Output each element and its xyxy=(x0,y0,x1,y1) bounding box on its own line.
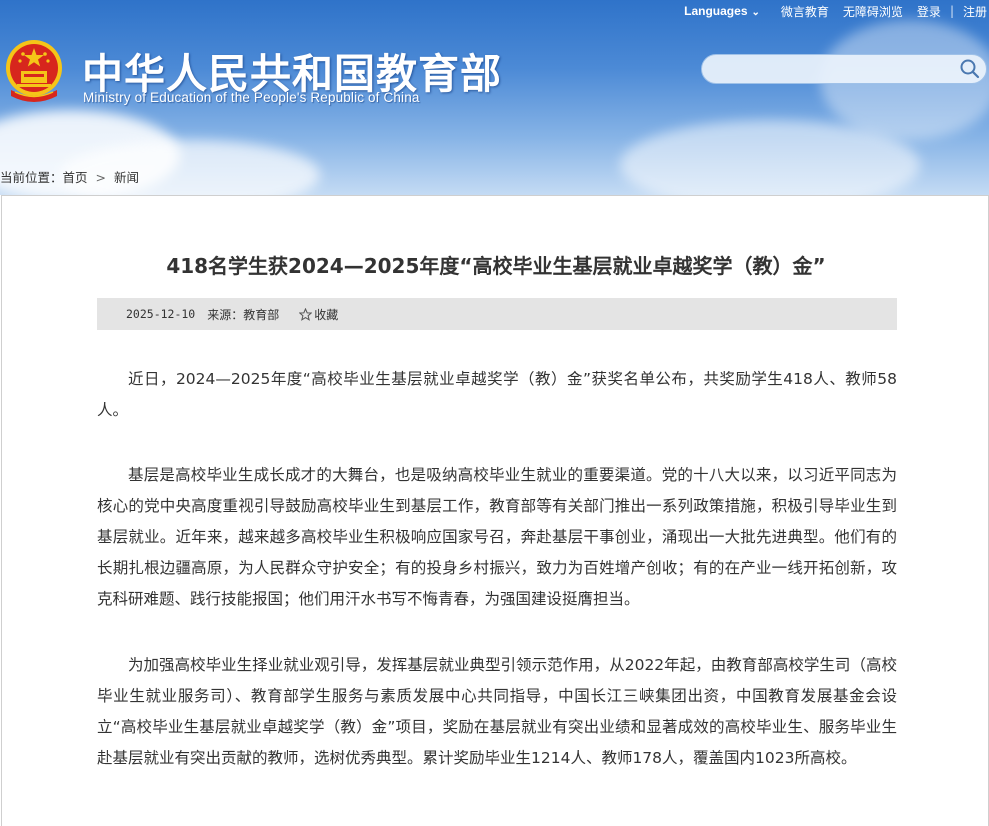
article-paragraph: 近日，2024—2025年度“高校毕业生基层就业卓越奖学（教）金”获奖名单公布，… xyxy=(97,370,897,419)
star-icon xyxy=(299,307,313,321)
search-box xyxy=(701,54,987,84)
article-paragraph: 基层是高校毕业生成长成才的大舞台，也是吸纳高校毕业生就业的重要渠道。党的十八大以… xyxy=(97,466,897,608)
login-link[interactable]: 登录 xyxy=(917,3,941,20)
site-subtitle: Ministry of Education of the People's Re… xyxy=(83,90,420,105)
nav-separator: | xyxy=(949,4,954,18)
article-container: 418名学生获2024—2025年度“高校毕业生基层就业卓越奖学（教）金” 20… xyxy=(1,195,989,826)
top-nav: Languages ⌄ 微言教育 无障碍浏览 登录 | 注册 xyxy=(677,3,989,19)
chevron-down-icon: ⌄ xyxy=(751,7,760,18)
favorite-label: 收藏 xyxy=(314,307,339,322)
accessibility-link[interactable]: 无障碍浏览 xyxy=(843,3,903,20)
article-source: 来源：教育部 xyxy=(207,307,280,322)
favorite-button[interactable]: 收藏 xyxy=(299,306,338,323)
article-paragraph: 为加强高校毕业生择业就业观引导，发挥基层就业典型引领示范作用，从2022年起，由… xyxy=(97,656,897,767)
breadcrumb-label: 当前位置： xyxy=(0,170,63,185)
article-title: 418名学生获2024—2025年度“高校毕业生基层就业卓越奖学（教）金” xyxy=(166,254,826,278)
emblem-icon[interactable] xyxy=(3,38,65,108)
article-date: 2025-12-10 xyxy=(126,307,196,321)
site-header: Languages ⌄ 微言教育 无障碍浏览 登录 | 注册 中华人民共和国教育部… xyxy=(0,0,989,195)
breadcrumb: 当前位置：首页 > 新闻 xyxy=(0,167,139,186)
breadcrumb-home[interactable]: 首页 xyxy=(63,170,88,185)
breadcrumb-current[interactable]: 新闻 xyxy=(114,170,139,185)
register-link[interactable]: 注册 xyxy=(963,3,987,20)
search-input[interactable] xyxy=(716,59,952,81)
languages-label: Languages xyxy=(684,4,748,18)
weibo-link[interactable]: 微言教育 xyxy=(781,3,829,20)
breadcrumb-separator: > xyxy=(95,170,107,185)
article-meta-bar: 2025-12-10 来源：教育部 收藏 xyxy=(97,298,897,330)
search-icon[interactable] xyxy=(958,58,982,80)
languages-menu[interactable]: Languages ⌄ xyxy=(684,4,767,18)
